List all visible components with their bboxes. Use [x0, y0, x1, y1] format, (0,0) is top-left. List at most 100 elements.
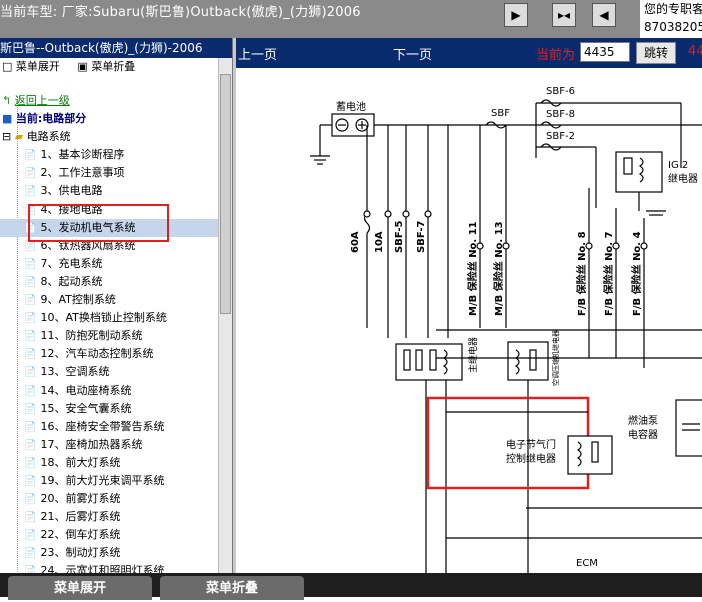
folder-row[interactable]: ⊟ ▰ 电路系统	[0, 128, 218, 146]
menu-item[interactable]: 📄 18、前大灯系统	[0, 454, 218, 472]
document-icon: 📄	[24, 475, 37, 487]
minus-icon: ⊟	[2, 130, 12, 144]
menu-item[interactable]: 📄 20、前雾灯系统	[0, 490, 218, 508]
menu-item[interactable]: 📄 1、基本诊断程序	[0, 146, 218, 164]
bottom-bar: 菜单展开 菜单折叠	[0, 573, 702, 600]
menu-item[interactable]: 📄 21、后雾灯系统	[0, 508, 218, 526]
bottom-expand-button[interactable]: 菜单展开	[8, 576, 152, 600]
back-row[interactable]: ↰ 返回上一级	[0, 92, 218, 110]
ac-relay-label: 空调压缩机继电器	[551, 330, 560, 386]
menu-item[interactable]: 📄 16、座椅安全带警告系统	[0, 418, 218, 436]
menu-item-label: 11、防抱死制动系统	[40, 329, 143, 343]
ac-relay-box	[507, 341, 549, 381]
battery-label: 蓄电池	[336, 100, 366, 113]
view-single-button[interactable]: ▶	[504, 3, 528, 27]
document-icon: 📄	[24, 276, 37, 288]
wiring-diagram-svg: 蓄电池 SBF SBF-6 SBF-8 SBF-2 IG 2 继电器 60A 1…	[310, 86, 702, 573]
fuel-pump-capacitor	[675, 399, 702, 457]
menu-item-label: 17、座椅加热器系统	[40, 437, 143, 451]
ecm-label: ECM	[576, 558, 598, 569]
menu-item[interactable]: 📄 17、座椅加热器系统	[0, 436, 218, 454]
menu-item-label: 8、起动系统	[40, 274, 103, 288]
current-location: 当前:电路部分	[15, 112, 87, 126]
back-link[interactable]: 返回上一级	[15, 94, 70, 107]
document-icon: 📄	[24, 313, 37, 325]
menu-item[interactable]: 📄 2、工作注意事项	[0, 164, 218, 182]
menu-item-label: 23、制动灯系统	[40, 546, 121, 560]
menu-item[interactable]: 📄 14、电动座椅系统	[0, 382, 218, 400]
next-page-link[interactable]: 下一页	[393, 44, 432, 63]
document-icon: 📄	[24, 548, 37, 560]
menu-item[interactable]: 📄 24、示宽灯和照明灯系统	[0, 562, 218, 573]
document-icon: 📄	[24, 367, 37, 379]
menu-item-label: 7、充电系统	[40, 256, 103, 270]
sbf6-label: SBF-6	[546, 86, 575, 97]
menu-item[interactable]: 📄 9、AT控制系统	[0, 291, 218, 309]
fb4-label: F/B 保险丝 No. 4	[630, 231, 643, 316]
document-icon: 📄	[24, 385, 37, 397]
menu-item[interactable]: 📄 10、AT换档锁止控制系统	[0, 309, 218, 327]
menu-item-label: 19、前大灯光束调平系统	[40, 473, 165, 487]
mb13-label: M/B 保险丝 No. 13	[492, 221, 505, 316]
menu-item-label: 12、汽车动态控制系统	[40, 347, 154, 361]
top-bar: 当前车型: 厂家:Subaru(斯巴鲁)Outback(傲虎)_(力狮)2006…	[0, 0, 702, 38]
document-icon: 📄	[24, 457, 37, 469]
document-icon: 📄	[24, 150, 37, 162]
document-icon: 📄	[24, 421, 37, 433]
menu-item-label: 16、座椅安全带警告系统	[40, 419, 165, 433]
etc-relay-symbol	[567, 435, 613, 475]
menu-item[interactable]: 📄 7、充电系统	[0, 255, 218, 273]
menu-item-label: 14、电动座椅系统	[40, 383, 132, 397]
fuse-10a-label: 10A	[374, 231, 385, 253]
ig2-relay-box	[615, 151, 663, 193]
menu-item[interactable]: 📄 12、汽车动态控制系统	[0, 345, 218, 363]
menu-item[interactable]: 📄 15、安全气囊系统	[0, 400, 218, 418]
menu-item-label: 21、后雾灯系统	[40, 510, 121, 524]
menu-item-label: 3、供电电路	[40, 184, 103, 198]
current-page-label: 当前为	[536, 48, 576, 63]
menu-item[interactable]: 📄 13、空调系统	[0, 363, 218, 381]
menu-item-label: 13、空调系统	[40, 365, 110, 379]
collapse-menu-link[interactable]: 菜单折叠	[91, 60, 135, 73]
menu-item[interactable]: 📄 22、倒车灯系统	[0, 526, 218, 544]
menu-item[interactable]: 📄 8、起动系统	[0, 273, 218, 291]
menu-item[interactable]: 📄 3、供电电路	[0, 182, 218, 200]
etc-relay-label-line1: 电子节气门	[506, 438, 556, 451]
left-panel-title: 斯巴鲁--Outback(傲虎)_(力狮)-2006	[0, 38, 232, 58]
expand-menu-link[interactable]: 菜单展开	[16, 60, 60, 73]
etc-relay-label-line2: 控制继电器	[506, 452, 556, 465]
bottom-collapse-button[interactable]: 菜单折叠	[160, 576, 304, 600]
fit-icon: ▸◂	[557, 8, 571, 22]
expand-square-icon: □	[2, 60, 13, 73]
folder-open-icon: ▰	[14, 130, 24, 144]
selection-highlight-box	[28, 204, 169, 242]
fuel-pump-label-line1: 燃油泵	[628, 414, 658, 427]
menu-item-label: 18、前大灯系统	[40, 455, 121, 469]
document-icon: 📄	[24, 186, 37, 198]
total-pages: 44	[688, 44, 702, 59]
menu-item-label: 15、安全气囊系统	[40, 401, 132, 415]
page-nav-bar: 上一页 下一页 当前为 跳转 44	[236, 38, 702, 68]
menu-toolbar: □ 菜单展开 ▣ 菜单折叠	[0, 58, 218, 76]
ad-box: 您的专职客 87038205	[640, 0, 702, 38]
view-back-button[interactable]: ◀	[592, 3, 616, 27]
view-fit-button[interactable]: ▸◂	[552, 3, 576, 27]
mb11-label: M/B 保险丝 No. 11	[466, 221, 479, 316]
document-icon: 📄	[24, 403, 37, 415]
fuel-pump-label-line2: 电容器	[628, 428, 658, 441]
menu-item-label: 2、工作注意事项	[40, 166, 125, 180]
left-scrollbar[interactable]	[218, 58, 232, 573]
menu-item[interactable]: 📄 19、前大灯光束调平系统	[0, 472, 218, 490]
menu-item[interactable]: 📄 11、防抱死制动系统	[0, 327, 218, 345]
page-number-input[interactable]	[580, 42, 630, 62]
wiring-diagram: 蓄电池 SBF SBF-6 SBF-8 SBF-2 IG 2 继电器 60A 1…	[236, 68, 702, 573]
ig2-label: IG 2	[668, 160, 688, 171]
scrollbar-thumb[interactable]	[220, 74, 231, 314]
menu-item[interactable]: 📄 23、制动灯系统	[0, 544, 218, 562]
ad-line1: 您的专职客	[644, 2, 702, 16]
menu-item-label: 1、基本诊断程序	[40, 148, 125, 162]
prev-page-link[interactable]: 上一页	[238, 44, 277, 63]
sbf-label: SBF	[491, 108, 510, 119]
menu-item-label: 20、前雾灯系统	[40, 492, 121, 506]
jump-button[interactable]: 跳转	[636, 42, 676, 64]
